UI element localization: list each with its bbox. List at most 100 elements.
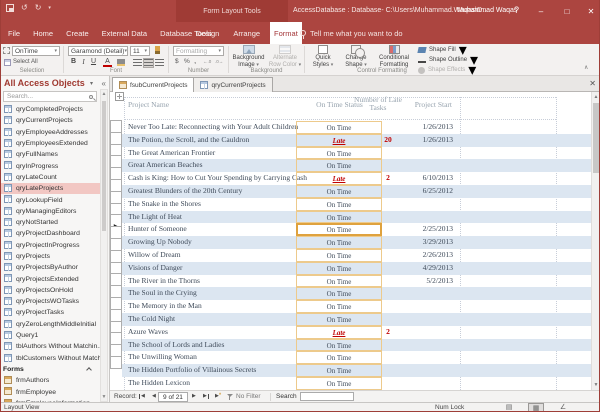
- comma-button[interactable]: ,: [194, 56, 196, 65]
- scroll-down-icon[interactable]: ▼: [592, 382, 600, 388]
- table-row[interactable]: Hunter of Someone On Time 2/25/2013: [122, 223, 591, 237]
- decrease-decimals-button[interactable]: .0→: [215, 59, 223, 64]
- font-color-button[interactable]: A: [103, 58, 112, 67]
- context-tab-arrange[interactable]: Arrange: [229, 22, 264, 44]
- layout-view-button[interactable]: ▦: [528, 403, 544, 412]
- fill-color-button[interactable]: [117, 59, 125, 66]
- project-name-cell[interactable]: Never Too Late: Reconnecting with Your A…: [128, 121, 298, 134]
- sidebar-item-tblauthors-without-matchin-[interactable]: tblAuthors Without Matchin...: [0, 341, 101, 352]
- scrollbar-thumb[interactable]: [593, 103, 599, 173]
- project-name-cell[interactable]: Willow of Dream: [128, 249, 181, 262]
- project-name-cell[interactable]: The Snake in the Shores: [128, 198, 201, 211]
- sidebar-item-qryprojectswotasks[interactable]: qryProjectsWOTasks: [0, 296, 101, 307]
- currency-button[interactable]: $: [175, 58, 179, 65]
- project-start-cell[interactable]: [373, 300, 453, 313]
- project-start-cell[interactable]: [373, 147, 453, 160]
- scroll-up-icon[interactable]: ▲: [101, 91, 107, 97]
- project-start-cell[interactable]: [373, 287, 453, 300]
- align-center-button[interactable]: [143, 58, 154, 68]
- project-name-cell[interactable]: The Hidden Lexicon: [128, 377, 190, 390]
- sidebar-item-qryprojectsextended[interactable]: qryProjectsExtended: [0, 273, 101, 284]
- percent-button[interactable]: %: [184, 58, 190, 65]
- sidebar-item-qryinprogress[interactable]: qryInProgress: [0, 160, 101, 171]
- scroll-down-icon[interactable]: ▼: [101, 394, 107, 400]
- number-format-combobox[interactable]: Formatting ▾: [173, 46, 224, 56]
- sidebar-item-qrynotstarted[interactable]: qryNotStarted: [0, 217, 101, 228]
- nav-scrollbar[interactable]: ▲ ▼: [100, 89, 108, 402]
- project-name-cell[interactable]: The Potion, the Scroll, and the Cauldron: [128, 134, 249, 147]
- quick-styles-button[interactable]: Quick Styles ▾: [308, 45, 338, 68]
- table-row[interactable]: The Light of Heat On Time: [122, 210, 591, 224]
- help-button[interactable]: ?: [514, 5, 519, 15]
- project-start-cell[interactable]: 3/29/2013: [373, 236, 453, 249]
- sidebar-item-query1[interactable]: Query1: [0, 330, 101, 341]
- project-name-cell[interactable]: Great American Beaches: [128, 159, 203, 172]
- sidebar-item-qryprojectsbyauthor[interactable]: qryProjectsByAuthor: [0, 262, 101, 273]
- table-row[interactable]: The Potion, the Scroll, and the Cauldron…: [122, 133, 591, 147]
- sidebar-item-qryprojectsonhold[interactable]: qryProjectsOnHold: [0, 285, 101, 296]
- background-image-button[interactable]: Background Image ▾: [231, 45, 266, 68]
- menu-tab-external-data[interactable]: External Data: [100, 29, 149, 38]
- record-new-button[interactable]: ▶ *: [215, 391, 221, 402]
- bold-button[interactable]: B: [69, 58, 78, 65]
- project-start-cell[interactable]: [373, 198, 453, 211]
- form-view-button[interactable]: ▤: [502, 403, 516, 412]
- nav-section-header-forms[interactable]: Forms: [0, 364, 101, 375]
- select-object-icon[interactable]: [3, 47, 10, 54]
- table-row[interactable]: Never Too Late: Reconnecting with Your A…: [122, 121, 591, 134]
- table-row[interactable]: Greatest Blunders of the 20th Century On …: [122, 184, 591, 198]
- layout-selector-icon[interactable]: [115, 92, 124, 101]
- project-name-cell[interactable]: The Hidden Portfolio of Villainous Secre…: [128, 364, 256, 377]
- shutter-close-icon[interactable]: «: [102, 79, 106, 88]
- menu-tab-home[interactable]: Home: [31, 29, 55, 38]
- sidebar-item-qrymanagingeditors[interactable]: qryManagingEditors: [0, 206, 101, 217]
- sidebar-item-frmemployee[interactable]: frmEmployee: [0, 386, 101, 397]
- font-name-combobox[interactable]: Garamond (Detail) ▾: [68, 46, 128, 56]
- document-tab-fsubCurrentProjects[interactable]: fsubCurrentProjects: [112, 77, 195, 92]
- design-view-button[interactable]: ∠: [556, 403, 570, 412]
- project-start-cell[interactable]: [373, 211, 453, 224]
- column-header-project-start[interactable]: Project Start: [390, 100, 452, 109]
- close-button[interactable]: ✕: [578, 0, 600, 22]
- alternate-row-color-button[interactable]: Alternate Row Color ▾: [268, 45, 302, 68]
- project-name-cell[interactable]: Visions of Danger: [128, 262, 183, 275]
- table-row[interactable]: The Snake in the Shores On Time: [122, 197, 591, 211]
- sidebar-item-qryprojects[interactable]: qryProjects: [0, 251, 101, 262]
- object-selector-combobox[interactable]: OnTime ▾: [12, 46, 60, 56]
- project-start-cell[interactable]: 4/29/2013: [373, 262, 453, 275]
- menu-tab-file[interactable]: File: [6, 29, 22, 38]
- shape-fill-button[interactable]: Shape Fill ▾: [417, 42, 467, 59]
- align-right-button[interactable]: [155, 59, 164, 67]
- table-row[interactable]: Growing Up Nobody On Time 3/29/2013: [122, 236, 591, 249]
- project-start-cell[interactable]: [373, 351, 453, 364]
- italic-button[interactable]: I: [79, 58, 88, 66]
- sidebar-item-qryprojectdashboard[interactable]: qryProjectDashboard: [0, 228, 101, 239]
- table-row[interactable]: The Cold Night On Time: [122, 312, 591, 326]
- scroll-up-icon[interactable]: ▲: [592, 94, 600, 100]
- context-tab-design[interactable]: Design: [192, 22, 223, 44]
- align-left-button[interactable]: [133, 59, 142, 67]
- project-start-cell[interactable]: 6/25/2012: [373, 185, 453, 198]
- project-name-cell[interactable]: Cash is King: How to Cut Your Spending b…: [128, 172, 307, 185]
- sidebar-item-qryfullnames[interactable]: qryFullNames: [0, 149, 101, 160]
- conditional-formatting-button[interactable]: Conditional Formatting: [374, 45, 414, 68]
- menu-tab-create[interactable]: Create: [64, 29, 91, 38]
- table-row[interactable]: The Hidden Lexicon On Time: [122, 376, 591, 390]
- project-name-cell[interactable]: Growing Up Nobody: [128, 236, 192, 249]
- change-shape-button[interactable]: Change Shape ▾: [340, 45, 372, 68]
- project-start-cell[interactable]: 1/26/2013: [373, 121, 453, 134]
- table-row[interactable]: Great American Beaches On Time: [122, 159, 591, 173]
- table-row[interactable]: The Unwilling Woman On Time: [122, 351, 591, 365]
- project-start-cell[interactable]: 1/26/2013: [373, 134, 453, 147]
- sidebar-item-frmauthors[interactable]: frmAuthors: [0, 375, 101, 386]
- project-start-cell[interactable]: [373, 339, 453, 352]
- select-all-button[interactable]: Select All: [13, 59, 38, 65]
- select-all-icon[interactable]: [4, 59, 11, 66]
- ribbon-collapse-button[interactable]: ∧: [584, 64, 588, 71]
- project-name-cell[interactable]: The Great American Frontier: [128, 147, 215, 160]
- project-name-cell[interactable]: The Soul in the Crying: [128, 287, 197, 300]
- sidebar-item-qryemployeeaddresses[interactable]: qryEmployeeAddresses: [0, 127, 101, 138]
- project-name-cell[interactable]: Azure Waves: [128, 326, 168, 339]
- redo-icon[interactable]: ↻: [35, 4, 42, 12]
- sidebar-item-qrycurrentprojects[interactable]: qryCurrentProjects: [0, 115, 101, 126]
